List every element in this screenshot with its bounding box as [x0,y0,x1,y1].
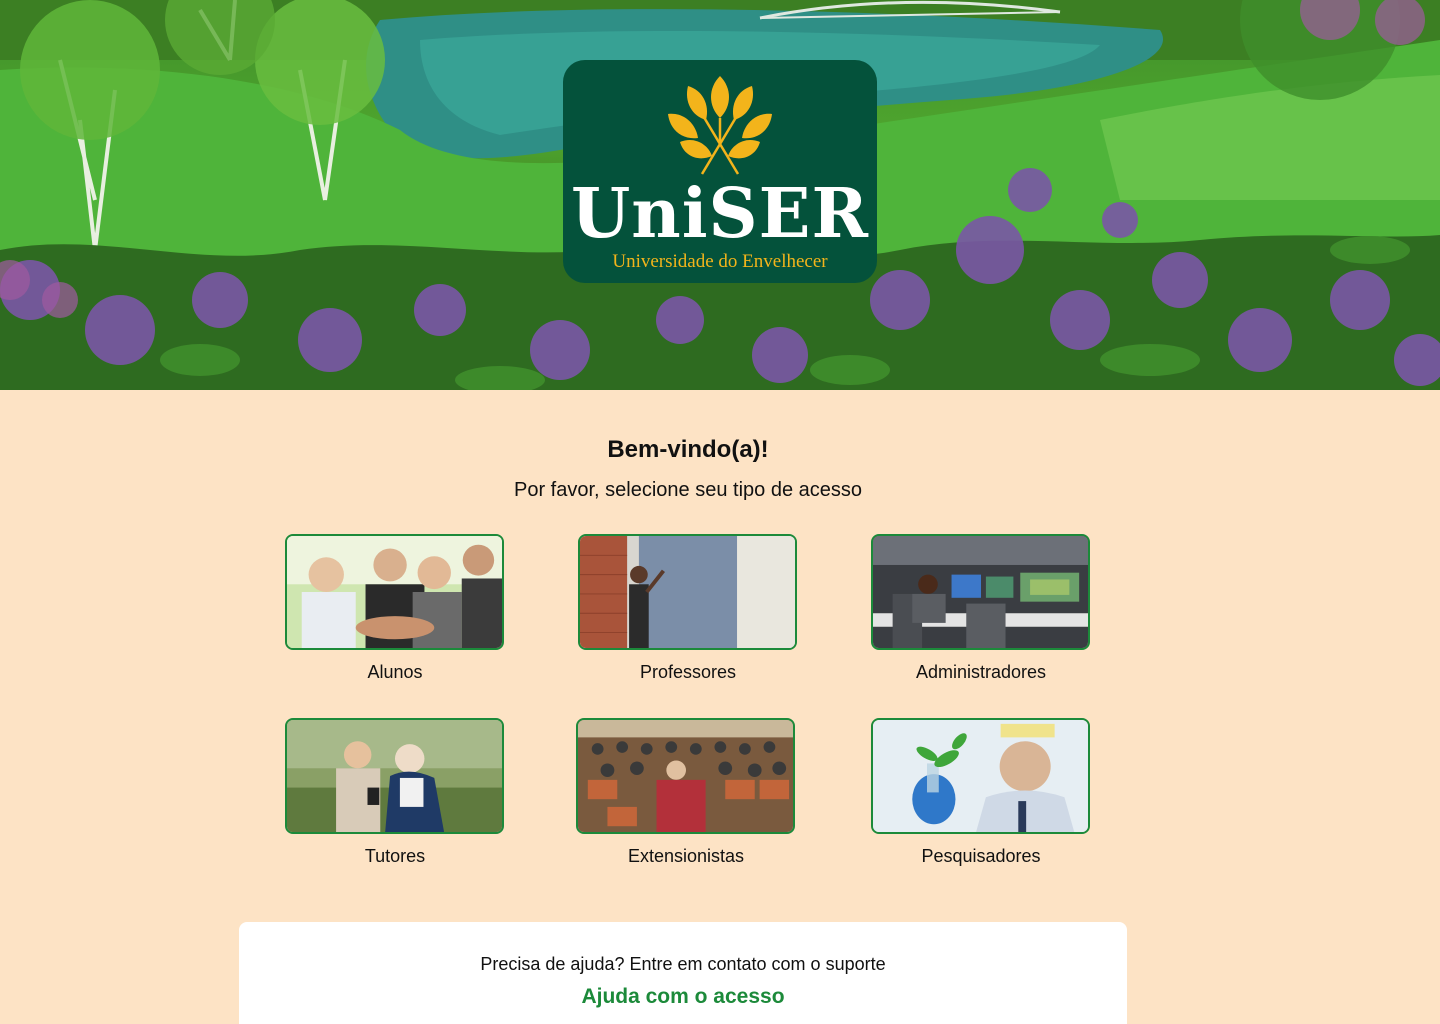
brand-name: UniSER [570,174,870,254]
access-card-professores[interactable]: Professores [578,534,798,683]
seniors-group-photo[interactable] [285,534,504,650]
uniser-logo: UniSER Universidade do Envelhecer [563,60,877,283]
access-card-alunos[interactable]: Alunos [285,534,505,683]
access-help-link[interactable]: Ajuda com o acesso [239,985,1127,1009]
control-room-photo[interactable] [871,534,1090,650]
access-card-administradores[interactable]: Administradores [871,534,1091,683]
access-label[interactable]: Administradores [871,662,1091,683]
welcome-title: Bem-vindo(a)! [607,436,769,463]
access-label[interactable]: Pesquisadores [871,846,1091,867]
access-card-tutores[interactable]: Tutores [285,718,505,867]
lecture-audience-photo[interactable] [576,718,795,834]
access-label[interactable]: Extensionistas [576,846,796,867]
access-label[interactable]: Alunos [285,662,505,683]
help-box: Precisa de ajuda? Entre em contato com o… [239,922,1127,1024]
researcher-with-plant-photo[interactable] [871,718,1090,834]
welcome-subtitle: Por favor, selecione seu tipo de acesso [514,479,862,501]
brand-tagline: Universidade do Envelhecer [612,251,828,272]
access-card-extensionistas[interactable]: Extensionistas [576,718,796,867]
access-label[interactable]: Professores [578,662,798,683]
tutor-with-senior-photo[interactable] [285,718,504,834]
hero-banner: UniSER Universidade do Envelhecer [0,0,1440,390]
access-label[interactable]: Tutores [285,846,505,867]
access-card-pesquisadores[interactable]: Pesquisadores [871,718,1091,867]
help-text: Precisa de ajuda? Entre em contato com o… [480,954,886,974]
teacher-at-board-photo[interactable] [578,534,797,650]
wheat-leaves-icon [668,76,772,175]
